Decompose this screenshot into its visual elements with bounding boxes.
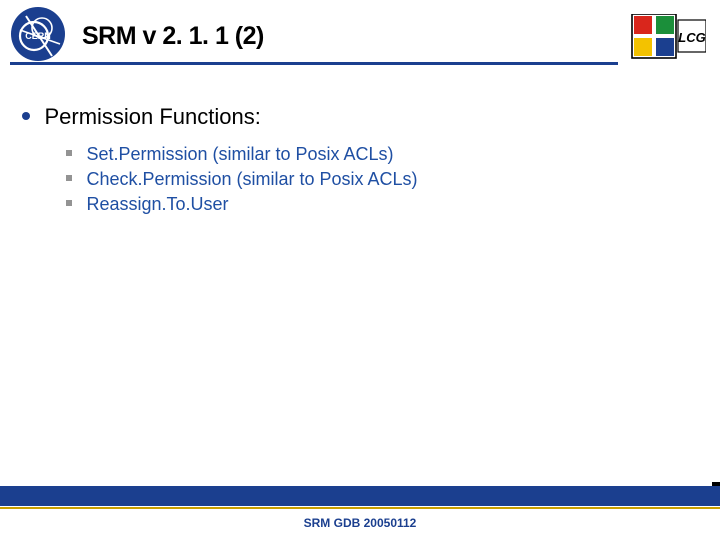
section-heading: Permission Functions: (44, 104, 260, 129)
list-item-label: Check.Permission (similar to Posix ACLs) (86, 169, 417, 189)
svg-text:LCG: LCG (678, 30, 705, 45)
footer-bar (0, 486, 720, 506)
bullet-icon (66, 150, 72, 156)
cern-logo: CERN (10, 6, 66, 62)
lcg-logo: LCG (626, 14, 706, 62)
svg-text:CERN: CERN (25, 31, 51, 41)
footer-divider (0, 507, 720, 509)
footer-text: SRM GDB 20050112 (0, 516, 720, 530)
header: CERN SRM v 2. 1. 1 (2) LCG (0, 0, 720, 72)
content-area: Permission Functions: Set.Permission (si… (22, 104, 690, 219)
section-heading-row: Permission Functions: (22, 104, 690, 130)
list-item: Reassign.To.User (66, 194, 690, 215)
function-list: Set.Permission (similar to Posix ACLs) C… (66, 144, 690, 215)
list-item: Check.Permission (similar to Posix ACLs) (66, 169, 690, 190)
list-item-label: Reassign.To.User (86, 194, 228, 214)
slide: CERN SRM v 2. 1. 1 (2) LCG Permission Fu… (0, 0, 720, 540)
bullet-icon (66, 200, 72, 206)
slide-title: SRM v 2. 1. 1 (2) (82, 22, 264, 51)
header-divider (10, 62, 618, 65)
bullet-icon (22, 112, 30, 120)
list-item-label: Set.Permission (similar to Posix ACLs) (86, 144, 393, 164)
list-item: Set.Permission (similar to Posix ACLs) (66, 144, 690, 165)
bullet-icon (66, 175, 72, 181)
